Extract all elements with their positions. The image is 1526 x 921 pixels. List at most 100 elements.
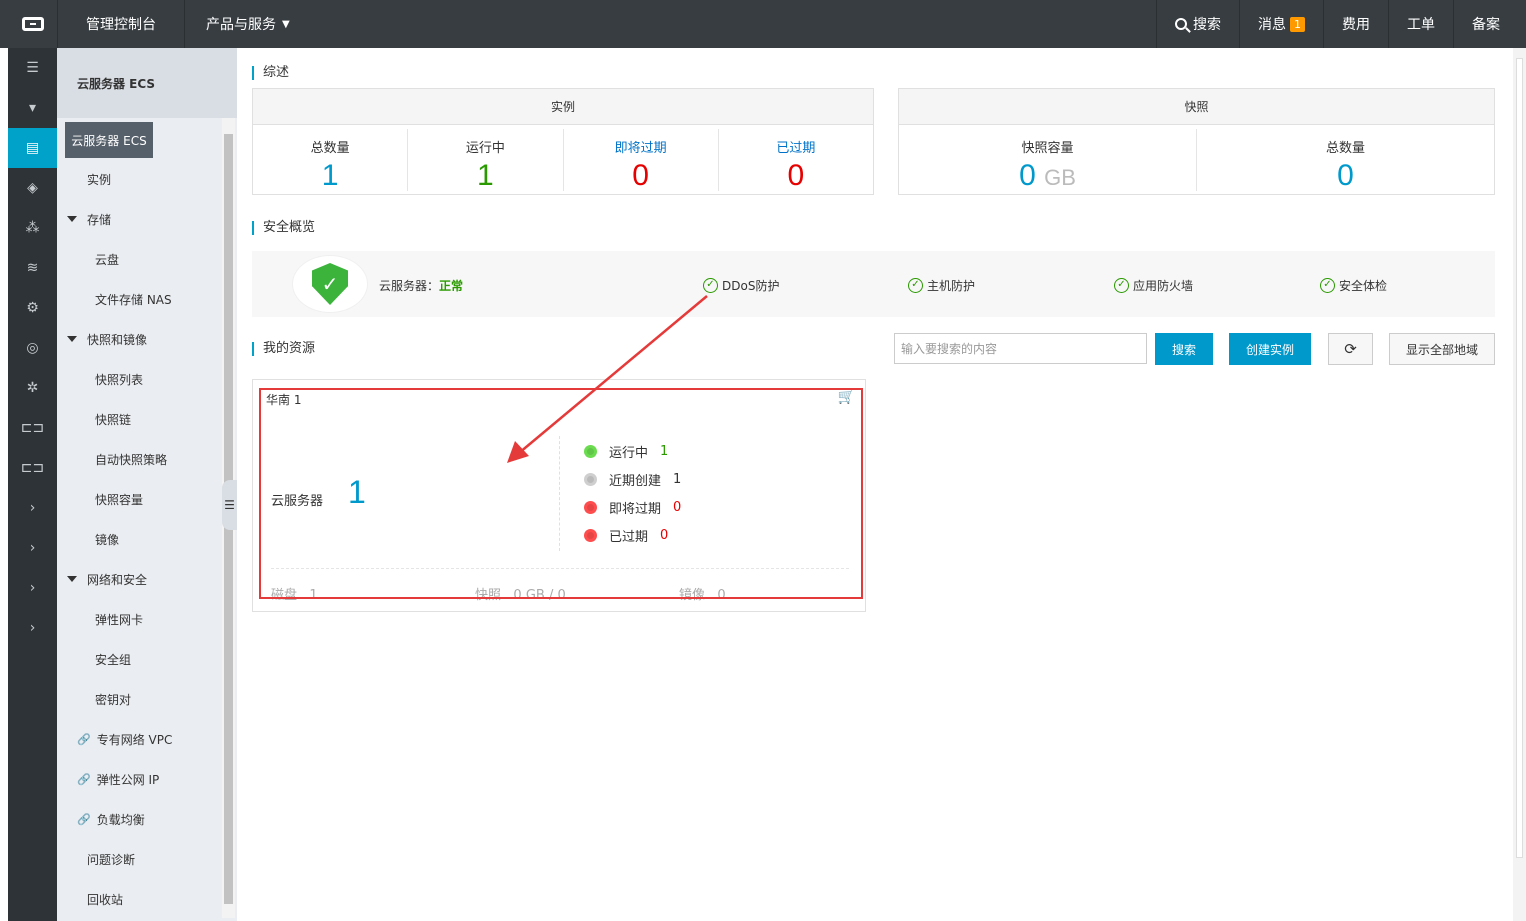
sidebar-item-7[interactable]: 自动快照策略	[57, 439, 220, 479]
security-item-host[interactable]: ✓ 主机防护	[908, 277, 975, 294]
nodes-icon[interactable]: ✲	[8, 368, 57, 408]
sidebar-item-label: 密钥对	[95, 692, 132, 707]
sidebar-item-3[interactable]: 文件存储 NAS	[57, 279, 220, 319]
instances-expired[interactable]: 已过期 0	[719, 129, 873, 192]
sidebar-item-11[interactable]: 弹性网卡	[57, 599, 220, 639]
security-item-waf[interactable]: ✓ 应用防火墙	[1114, 277, 1193, 294]
page-scroll-thumb[interactable]	[1516, 58, 1523, 858]
show-all-regions-button[interactable]: 显示全部地域	[1389, 333, 1495, 365]
left-edge	[0, 48, 8, 921]
billing-link[interactable]: 费用	[1323, 0, 1388, 48]
security-item-label: 安全体检	[1339, 279, 1388, 293]
sidebar-item-8[interactable]: 快照容量	[57, 479, 220, 519]
snapshot-capacity[interactable]: 快照容量 0 GB	[899, 129, 1197, 192]
database-icon[interactable]: ◈	[8, 168, 57, 208]
snapshot-capacity-number: 0	[1019, 159, 1036, 192]
caret-down-icon	[67, 576, 77, 582]
link-icon: 🔗	[77, 812, 91, 826]
sidebar-item-5[interactable]: 快照列表	[57, 359, 220, 399]
icp-link[interactable]: 备案	[1453, 0, 1518, 48]
sidebar-item-label: 快照容量	[95, 492, 144, 507]
search-icon	[1175, 18, 1187, 30]
main-content: 综述 实例 总数量 1 运行中 1 即将过期 0 已过期 0 快照 快照容量 0…	[237, 48, 1513, 921]
messages-button[interactable]: 消息 1	[1239, 0, 1323, 48]
top-right-nav: 搜索 消息 1 费用 工单 备案	[1156, 0, 1518, 48]
annotation-highlight-box	[259, 388, 863, 599]
sidebar-item-15[interactable]: 🔗 弹性公网 IP	[57, 759, 220, 799]
sidebar-item-label: 弹性公网 IP	[96, 772, 160, 787]
check-circle-icon: ✓	[1320, 278, 1335, 293]
instances-total[interactable]: 总数量 1	[253, 129, 409, 192]
resources-title: 我的资源	[252, 342, 315, 356]
top-search-label: 搜索	[1193, 17, 1221, 33]
chevron-right-icon-3[interactable]: ›	[8, 568, 57, 608]
menu-toggle-icon[interactable]: ☰	[8, 48, 57, 88]
security-item-ddos[interactable]: ✓ DDoS防护	[703, 277, 779, 294]
sidebar-item-2[interactable]: 云盘	[57, 239, 220, 279]
product-icon-bar: ☰ ▾ ▤ ◈ ⁂ ≋ ⚙ ◎ ✲ ⊏⊐ ⊏⊐ › › › ›	[8, 48, 57, 921]
sidebar-selected-item[interactable]: 云服务器 ECS	[65, 122, 153, 158]
instances-expiring[interactable]: 即将过期 0	[564, 129, 719, 192]
instances-running[interactable]: 运行中 1	[408, 129, 564, 192]
aliyun-logo-icon[interactable]	[8, 0, 57, 48]
sidebar-item-13[interactable]: 密钥对	[57, 679, 220, 719]
sidebar-item-label: 专有网络 VPC	[96, 732, 173, 747]
security-item-checkup[interactable]: ✓ 安全体检	[1320, 277, 1387, 294]
layers-icon[interactable]: ≋	[8, 248, 57, 288]
snapshot-total-label: 总数量	[1325, 141, 1365, 156]
sidebar-collapse-toggle[interactable]: ☰	[222, 480, 237, 530]
resource-search-button[interactable]: 搜索	[1155, 333, 1213, 365]
network-icon[interactable]: ⁂	[8, 208, 57, 248]
sidebar-item-label: 文件存储 NAS	[95, 292, 172, 307]
instances-expired-label: 已过期	[776, 141, 816, 156]
snapshot-total[interactable]: 总数量 0	[1197, 129, 1494, 192]
top-search-button[interactable]: 搜索	[1156, 0, 1239, 48]
page-scrollbar[interactable]	[1513, 48, 1526, 921]
snapshot-capacity-unit: GB	[1044, 165, 1076, 190]
sidebar-item-1[interactable]: 存储	[57, 199, 220, 239]
instances-running-value: 1	[477, 159, 494, 192]
chevron-right-icon-2[interactable]: ›	[8, 528, 57, 568]
tickets-link[interactable]: 工单	[1388, 0, 1453, 48]
sidebar-item-9[interactable]: 镜像	[57, 519, 220, 559]
sidebar-item-18[interactable]: 回收站	[57, 879, 220, 919]
sidebar-item-label: 镜像	[95, 532, 120, 547]
caret-down-icon: ▼	[282, 18, 290, 30]
sidebar-item-label: 存储	[87, 212, 112, 227]
security-status-label: 云服务器：	[379, 279, 440, 293]
sidebar-item-12[interactable]: 安全组	[57, 639, 220, 679]
snapshots-header: 快照	[899, 89, 1494, 125]
ecs-sidebar: 云服务器 ECS 云服务器 ECS 实例存储云盘文件存储 NAS 快照和镜像 快照列…	[57, 48, 237, 921]
create-instance-button[interactable]: 创建实例	[1229, 333, 1311, 365]
chevron-right-icon[interactable]: ›	[8, 488, 57, 528]
cloud-link-icon-2[interactable]: ⊏⊐	[8, 448, 57, 488]
sidebar-title: 云服务器 ECS	[57, 48, 237, 118]
sidebar-item-6[interactable]: 快照链	[57, 399, 220, 439]
refresh-icon[interactable]: ⟳	[1328, 333, 1373, 365]
sidebar-item-10[interactable]: 网络和安全	[57, 559, 220, 599]
gear-icon[interactable]: ⚙	[8, 288, 57, 328]
sidebar-item-4[interactable]: 快照和镜像	[57, 319, 220, 359]
check-circle-icon: ✓	[908, 278, 923, 293]
sidebar-item-0[interactable]: 实例	[57, 159, 220, 199]
expand-down-icon[interactable]: ▾	[8, 88, 57, 128]
sidebar-item-14[interactable]: 🔗 专有网络 VPC	[57, 719, 220, 759]
sidebar-item-label: 实例	[87, 172, 112, 187]
console-link[interactable]: 管理控制台	[57, 0, 185, 48]
sidebar-item-label: 问题诊断	[87, 852, 136, 867]
security-overview-bar: ✓ 云服务器：正常 ✓ DDoS防护 ✓ 主机防护 ✓ 应用防火墙 ✓ 安全体检	[252, 251, 1495, 317]
instances-total-label: 总数量	[310, 141, 350, 156]
sidebar-item-17[interactable]: 问题诊断	[57, 839, 220, 879]
instances-expiring-label: 即将过期	[614, 141, 667, 156]
products-menu[interactable]: 产品与服务 ▼	[206, 0, 290, 48]
link-icon: 🔗	[77, 772, 91, 786]
cloud-link-icon[interactable]: ⊏⊐	[8, 408, 57, 448]
shield-check-icon: ✓	[312, 263, 348, 305]
sidebar-item-16[interactable]: 🔗 负载均衡	[57, 799, 220, 839]
resource-search-input[interactable]	[894, 333, 1147, 364]
security-item-label: DDoS防护	[722, 279, 780, 293]
eye-icon[interactable]: ◎	[8, 328, 57, 368]
sidebar-item-label: 负载均衡	[96, 812, 145, 827]
chevron-right-icon-4[interactable]: ›	[8, 608, 57, 648]
ecs-icon[interactable]: ▤	[8, 128, 57, 168]
